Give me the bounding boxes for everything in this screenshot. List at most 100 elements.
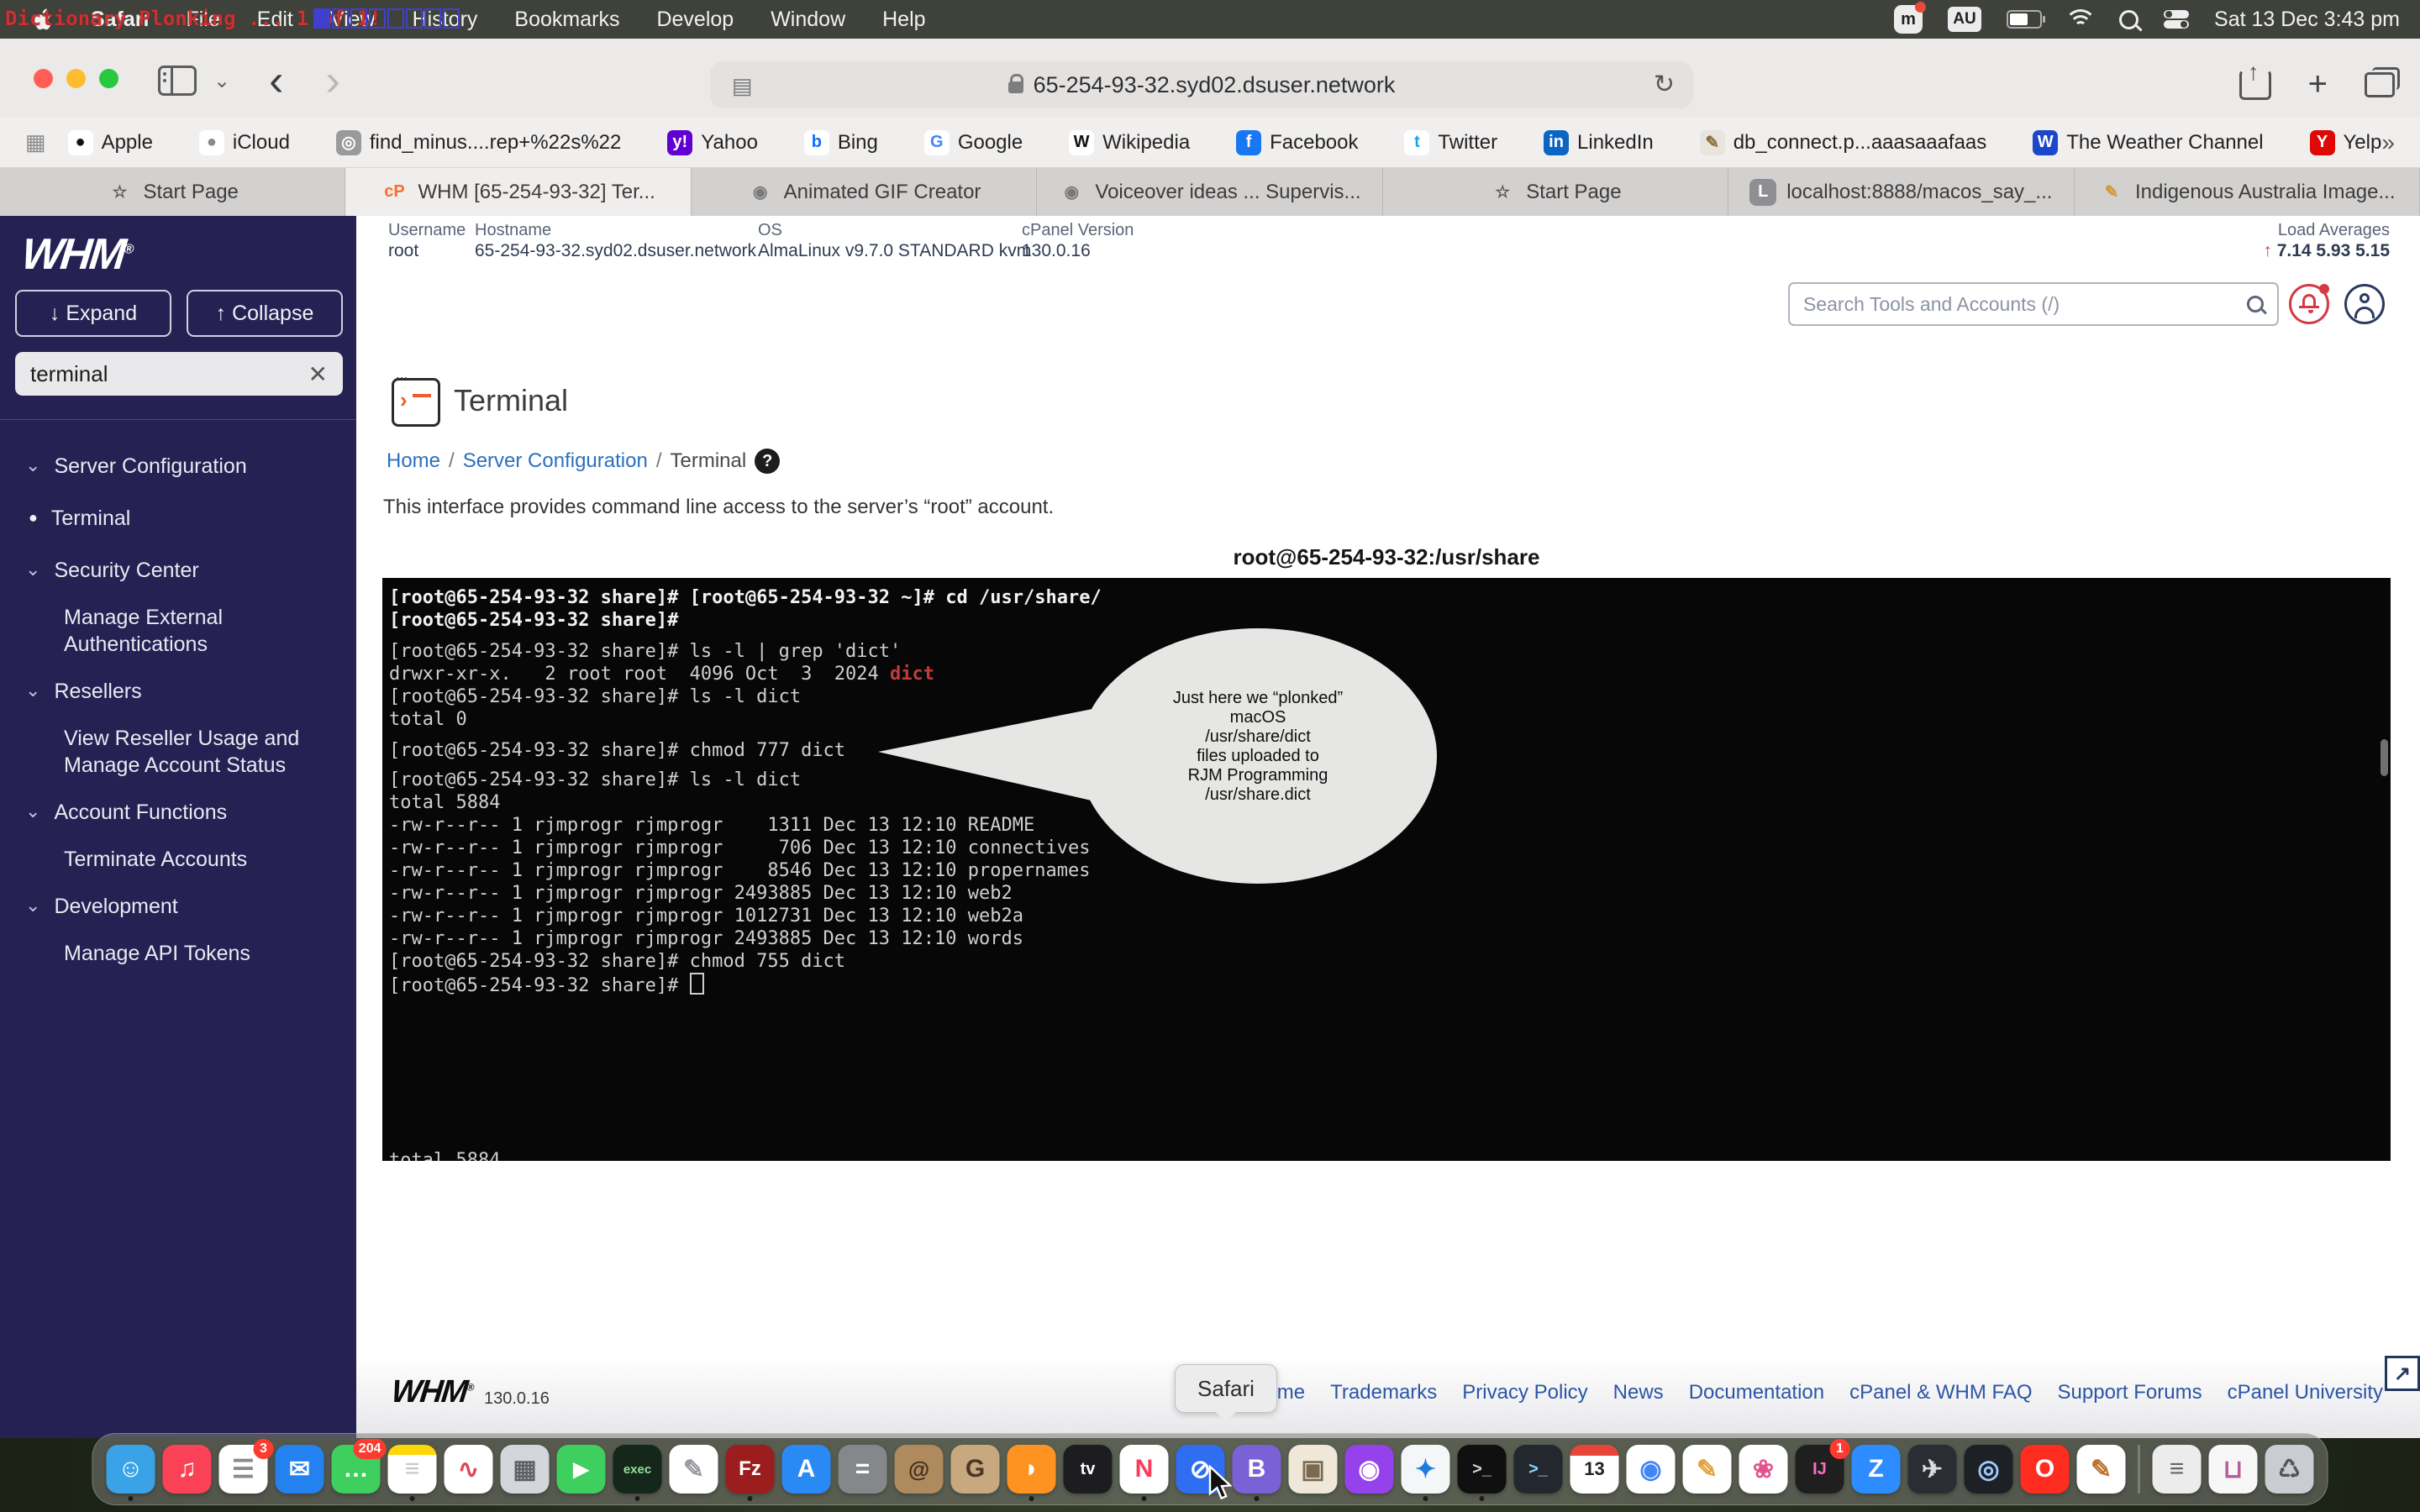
tab[interactable]: ◉ Voiceover ideas ... Supervis... (1037, 168, 1382, 216)
terminal-scrollbar-thumb[interactable] (2381, 739, 2388, 776)
menu-item[interactable]: Develop (656, 8, 734, 32)
chevron-down-icon[interactable]: ⌄ (213, 69, 230, 93)
dock-icon[interactable]: Z (1852, 1445, 1901, 1494)
dock-icon[interactable]: ◉ (1345, 1445, 1394, 1494)
favorite-item[interactable]: ● iCloud (199, 130, 290, 155)
dock-icon[interactable]: ◗ (1007, 1445, 1056, 1494)
sidebar-nav-item[interactable]: ⌄ Resellers (25, 678, 336, 705)
favorite-item[interactable]: ● Apple (68, 130, 153, 155)
footer-link[interactable]: Support Forums (2058, 1381, 2202, 1404)
tab[interactable]: ☆ Start Page (1383, 168, 1728, 216)
dock-icon[interactable]: @ (895, 1445, 944, 1494)
battery-icon[interactable] (2007, 10, 2042, 29)
dock-icon[interactable]: ≡ (2153, 1445, 2202, 1494)
sidebar-toggle-icon[interactable] (158, 66, 197, 96)
reload-icon[interactable]: ↻ (1654, 70, 1675, 99)
notifications-bell-icon[interactable] (2289, 284, 2329, 324)
sidebar-nav-item[interactable]: ⌄ Development (25, 893, 336, 920)
address-bar[interactable]: ▤ 65-254-93-32.syd02.dsuser.network ↻ (710, 61, 1693, 108)
dock-icon[interactable]: ∿ (445, 1445, 493, 1494)
footer-link[interactable]: News (1613, 1381, 1664, 1404)
favorite-item[interactable]: t Twitter (1404, 130, 1497, 155)
dock-icon[interactable]: >_ (1458, 1445, 1507, 1494)
dock-icon[interactable]: ≡ (388, 1445, 437, 1494)
sidebar-nav-item[interactable]: ● Terminal (25, 505, 336, 532)
dock-icon[interactable]: ◉ (1627, 1445, 1676, 1494)
tab[interactable]: cP WHM [65-254-93-32] Ter... (345, 168, 691, 216)
share-icon[interactable] (2239, 70, 2271, 100)
dock-icon[interactable]: ▣ (1289, 1445, 1338, 1494)
wifi-icon[interactable] (2067, 9, 2094, 29)
favorite-item[interactable]: ◎ find_minus....rep+%22s%22 (336, 130, 622, 155)
tab[interactable]: ✎ Indigenous Australia Image... (2075, 168, 2420, 216)
minimize-window-button[interactable] (66, 69, 86, 88)
favorite-item[interactable]: W Wikipedia (1069, 130, 1190, 155)
favorite-item[interactable]: f Facebook (1236, 130, 1358, 155)
dock-icon[interactable]: O (2021, 1445, 2070, 1494)
dock-icon[interactable]: ✎ (2077, 1445, 2126, 1494)
menu-item[interactable]: Window (771, 8, 845, 32)
dock-icon[interactable]: ◎ (1965, 1445, 2013, 1494)
close-window-button[interactable] (34, 69, 53, 88)
favorite-item[interactable]: W The Weather Channel (2033, 130, 2263, 155)
dock-icon[interactable]: G (951, 1445, 1000, 1494)
tools-search-input[interactable]: Search Tools and Accounts (/) (1788, 282, 2279, 326)
dock-icon[interactable]: = (839, 1445, 887, 1494)
dock-icon[interactable]: >_ (1514, 1445, 1563, 1494)
sidebar-nav-item[interactable]: ⌄ Server Configuration (25, 453, 336, 480)
menubar-clock[interactable]: Sat 13 Dec 3:43 pm (2214, 8, 2400, 32)
menubar-app-icon[interactable]: m (1894, 5, 1923, 34)
tab[interactable]: ☆ Start Page (0, 168, 345, 216)
favorites-grid-icon[interactable]: ▦ (25, 129, 46, 155)
clear-search-icon[interactable]: ✕ (308, 360, 328, 388)
footer-link[interactable]: cPanel & WHM FAQ (1849, 1381, 2032, 1404)
sidebar-search-input[interactable]: terminal ✕ (15, 352, 343, 396)
dock-icon[interactable]: ✎ (1683, 1445, 1732, 1494)
zoom-window-button[interactable] (99, 69, 118, 88)
tab[interactable]: L localhost:8888/macos_say_... (1728, 168, 2074, 216)
menu-item[interactable]: Bookmarks (514, 8, 619, 32)
dock-icon[interactable]: … 204 (332, 1445, 381, 1494)
tab[interactable]: ◉ Animated GIF Creator (692, 168, 1037, 216)
sidebar-nav-item[interactable]: Terminate Accounts (25, 846, 336, 873)
dock-icon[interactable]: ▶ (557, 1445, 606, 1494)
favorite-item[interactable]: in LinkedIn (1544, 130, 1654, 155)
favorite-item[interactable]: ✎ db_connect.p...aaasaaafaas (1700, 130, 1987, 155)
footer-link[interactable]: Trademarks (1330, 1381, 1437, 1404)
favorites-overflow-icon[interactable]: » (2381, 129, 2395, 156)
breadcrumb-section-link[interactable]: Server Configuration (463, 449, 648, 473)
sidebar-nav-item[interactable]: ⌄ Security Center (25, 557, 336, 584)
dock-icon[interactable]: ✉ (276, 1445, 324, 1494)
dock-icon[interactable]: ✈ (1908, 1445, 1957, 1494)
menu-item[interactable]: Help (882, 8, 925, 32)
dock-icon[interactable]: ▦ (501, 1445, 550, 1494)
forward-button[interactable]: › (325, 64, 339, 97)
analytics-icon[interactable]: ↗ (2385, 1356, 2420, 1391)
back-button[interactable]: ‹ (269, 64, 283, 97)
dock-icon[interactable]: ❀ (1739, 1445, 1788, 1494)
dock-icon[interactable]: ✎ (670, 1445, 718, 1494)
dock-icon[interactable]: tv (1064, 1445, 1113, 1494)
dock-icon[interactable]: A (782, 1445, 831, 1494)
new-tab-icon[interactable]: + (2308, 66, 2328, 103)
favorite-item[interactable]: b Bing (804, 130, 878, 155)
tab-overview-icon[interactable] (2365, 72, 2395, 97)
sidebar-nav-item[interactable]: Manage External Authentications (25, 604, 336, 658)
favorite-item[interactable]: Y Yelp (2310, 130, 2382, 155)
dock-icon[interactable]: IJ 1 (1796, 1445, 1844, 1494)
help-icon[interactable]: ? (755, 449, 780, 474)
expand-button[interactable]: ↓ Expand (15, 290, 171, 337)
footer-link[interactable]: cPanel University (2228, 1381, 2383, 1404)
breadcrumb-home-link[interactable]: Home (387, 449, 440, 473)
dock-icon[interactable]: ♺ (2265, 1445, 2314, 1494)
dock-icon[interactable]: Fz (726, 1445, 775, 1494)
dock-icon[interactable]: 13 (1570, 1445, 1619, 1494)
footer-link[interactable]: Privacy Policy (1462, 1381, 1587, 1404)
footer-link[interactable]: Documentation (1689, 1381, 1824, 1404)
input-source-badge[interactable]: AU (1948, 7, 1981, 32)
spotlight-icon[interactable] (2119, 10, 2139, 29)
collapse-button[interactable]: ↑ Collapse (187, 290, 343, 337)
favorite-item[interactable]: y! Yahoo (667, 130, 758, 155)
sidebar-nav-item[interactable]: ⌄ Account Functions (25, 799, 336, 826)
dock-icon[interactable]: N (1120, 1445, 1169, 1494)
